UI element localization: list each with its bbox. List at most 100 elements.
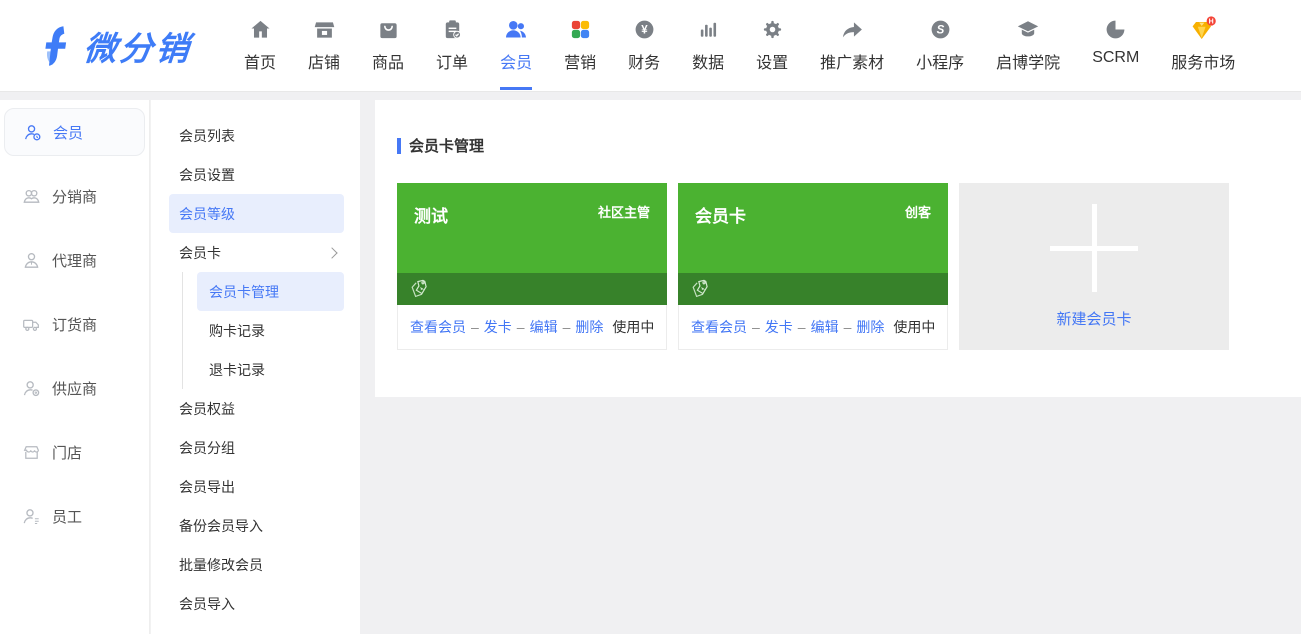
brand-name: 微分销 (82, 22, 194, 70)
gear-icon (761, 16, 784, 42)
edit-link[interactable]: 编辑 (811, 317, 839, 337)
nav-item-marketing[interactable]: 营销 (548, 1, 612, 90)
new-card-label: 新建会员卡 (1056, 308, 1131, 329)
submenu-label: 会员卡 (179, 243, 221, 263)
view-members-link[interactable]: 查看会员 (410, 317, 466, 337)
submenu-label: 购卡记录 (209, 321, 265, 341)
submenu-item-member-card[interactable]: 会员卡 (151, 233, 360, 272)
nav-label: 会员 (500, 49, 532, 73)
submenu-label: 批量修改会员 (179, 555, 263, 575)
app-logo[interactable]: 微分销 (0, 22, 228, 70)
nav-item-home[interactable]: 首页 (228, 1, 292, 90)
submenu-item-member-import[interactable]: 会员导入 (151, 584, 360, 623)
primary-sidebar: 会员 分销商 代理商 订货商 供应商 门店 员工 (0, 100, 150, 634)
sidebar-item-agents[interactable]: 代理商 (0, 228, 149, 292)
card-level-badge: 创客 (905, 202, 931, 273)
nav-label: 启博学院 (996, 49, 1060, 73)
card-footer: 查看会员 – 发卡 – 编辑 – 删除 使用中 (397, 305, 667, 350)
delete-link[interactable]: 删除 (856, 317, 884, 337)
home-icon (249, 16, 272, 42)
nav-item-academy[interactable]: 启博学院 (980, 1, 1076, 90)
edit-link[interactable]: 编辑 (530, 317, 558, 337)
bar-chart-icon (697, 16, 720, 42)
submenu-item-member-list[interactable]: 会员列表 (151, 116, 360, 155)
submenu-item-member-benefits[interactable]: 会员权益 (151, 389, 360, 428)
sidebar-item-label: 代理商 (52, 250, 97, 271)
nav-label: 设置 (756, 49, 788, 73)
submenu-label: 会员卡管理 (209, 282, 279, 302)
link-separator: – (517, 319, 525, 335)
storefront-icon (22, 443, 41, 462)
card-status: 使用中 (612, 317, 654, 337)
issue-card-link[interactable]: 发卡 (484, 317, 512, 337)
nav-item-shop[interactable]: 店铺 (292, 1, 356, 90)
link-separator: – (798, 319, 806, 335)
sidebar-item-order-dealers[interactable]: 订货商 (0, 292, 149, 356)
members-people-icon (504, 16, 528, 42)
submenu-item-member-settings[interactable]: 会员设置 (151, 155, 360, 194)
marketing-dots-icon (569, 16, 592, 42)
card-header: 测试 社区主管 (397, 183, 667, 273)
submenu-label: 会员等级 (179, 204, 235, 224)
issue-card-link[interactable]: 发卡 (765, 317, 793, 337)
view-members-link[interactable]: 查看会员 (691, 317, 747, 337)
sidebar-item-label: 分销商 (52, 186, 97, 207)
nav-item-settings[interactable]: 设置 (740, 1, 804, 90)
agent-person-icon (22, 251, 41, 270)
service-market-badge: H (1208, 19, 1213, 26)
sidebar-item-staff[interactable]: 员工 (0, 484, 149, 548)
submenu-item-member-export[interactable]: 会员导出 (151, 467, 360, 506)
gem-badge-icon: H (1190, 16, 1217, 42)
nav-item-miniprogram[interactable]: S 小程序 (900, 1, 980, 90)
nav-item-finance[interactable]: ¥ 财务 (612, 1, 676, 90)
svg-text:¥: ¥ (641, 24, 648, 36)
nav-label: 首页 (244, 49, 276, 73)
submenu-item-member-level[interactable]: 会员等级 (169, 194, 344, 233)
top-nav: 首页 店铺 商品 订单 会员 (228, 1, 1251, 90)
nav-item-service-market[interactable]: H 服务市场 (1155, 1, 1251, 90)
card-status: 使用中 (893, 317, 935, 337)
secondary-sidebar: 会员列表 会员设置 会员等级 会员卡 会员卡管理 购卡记录 退卡记录 会员权益 … (150, 100, 360, 634)
submenu-label: 会员导出 (179, 477, 235, 497)
delete-link[interactable]: 删除 (575, 317, 603, 337)
submenu-item-member-card-manage[interactable]: 会员卡管理 (197, 272, 344, 311)
submenu-item-member-groups[interactable]: 会员分组 (151, 428, 360, 467)
finance-yen-icon: ¥ (633, 16, 656, 42)
nav-label: 财务 (628, 49, 660, 73)
nav-item-data[interactable]: 数据 (676, 1, 740, 90)
submenu-label: 备份会员导入 (179, 516, 263, 536)
new-member-card-button[interactable]: 新建会员卡 (959, 183, 1229, 350)
card-strip (678, 273, 948, 305)
member-card-item: 测试 社区主管 查看会员 – 发卡 – 编辑 – 删除 使用中 (397, 183, 667, 350)
submenu-item-backup-member-import[interactable]: 备份会员导入 (151, 506, 360, 545)
sidebar-item-members[interactable]: 会员 (4, 108, 145, 156)
sidebar-item-label: 订货商 (52, 314, 97, 335)
submenu-item-card-refund-records[interactable]: 退卡记录 (183, 350, 360, 389)
tags-icon (408, 276, 434, 302)
nav-label: 数据 (692, 49, 724, 73)
nav-item-products[interactable]: 商品 (356, 1, 420, 90)
submenu-label: 会员列表 (179, 126, 235, 146)
nav-item-members[interactable]: 会员 (484, 1, 548, 90)
card-footer: 查看会员 – 发卡 – 编辑 – 删除 使用中 (678, 305, 948, 350)
member-person-icon (23, 123, 42, 142)
sidebar-item-suppliers[interactable]: 供应商 (0, 356, 149, 420)
link-separator: – (844, 319, 852, 335)
pie-chart-icon (1104, 16, 1127, 42)
sidebar-item-distributors[interactable]: 分销商 (0, 164, 149, 228)
nav-item-promotion-materials[interactable]: 推广素材 (804, 1, 900, 90)
nav-label: 小程序 (916, 49, 964, 73)
distributors-people-icon (22, 187, 41, 206)
sidebar-item-label: 供应商 (52, 378, 97, 399)
shopping-bag-icon (377, 16, 400, 42)
nav-label: 推广素材 (820, 49, 884, 73)
share-arrow-icon (841, 16, 864, 42)
nav-item-orders[interactable]: 订单 (420, 1, 484, 90)
tags-icon (689, 276, 715, 302)
submenu-item-batch-modify-members[interactable]: 批量修改会员 (151, 545, 360, 584)
submenu-item-card-purchase-records[interactable]: 购卡记录 (183, 311, 360, 350)
plus-icon (1050, 204, 1138, 292)
sidebar-item-stores[interactable]: 门店 (0, 420, 149, 484)
nav-item-scrm[interactable]: SCRM (1076, 1, 1155, 84)
submenu-label: 退卡记录 (209, 360, 265, 380)
